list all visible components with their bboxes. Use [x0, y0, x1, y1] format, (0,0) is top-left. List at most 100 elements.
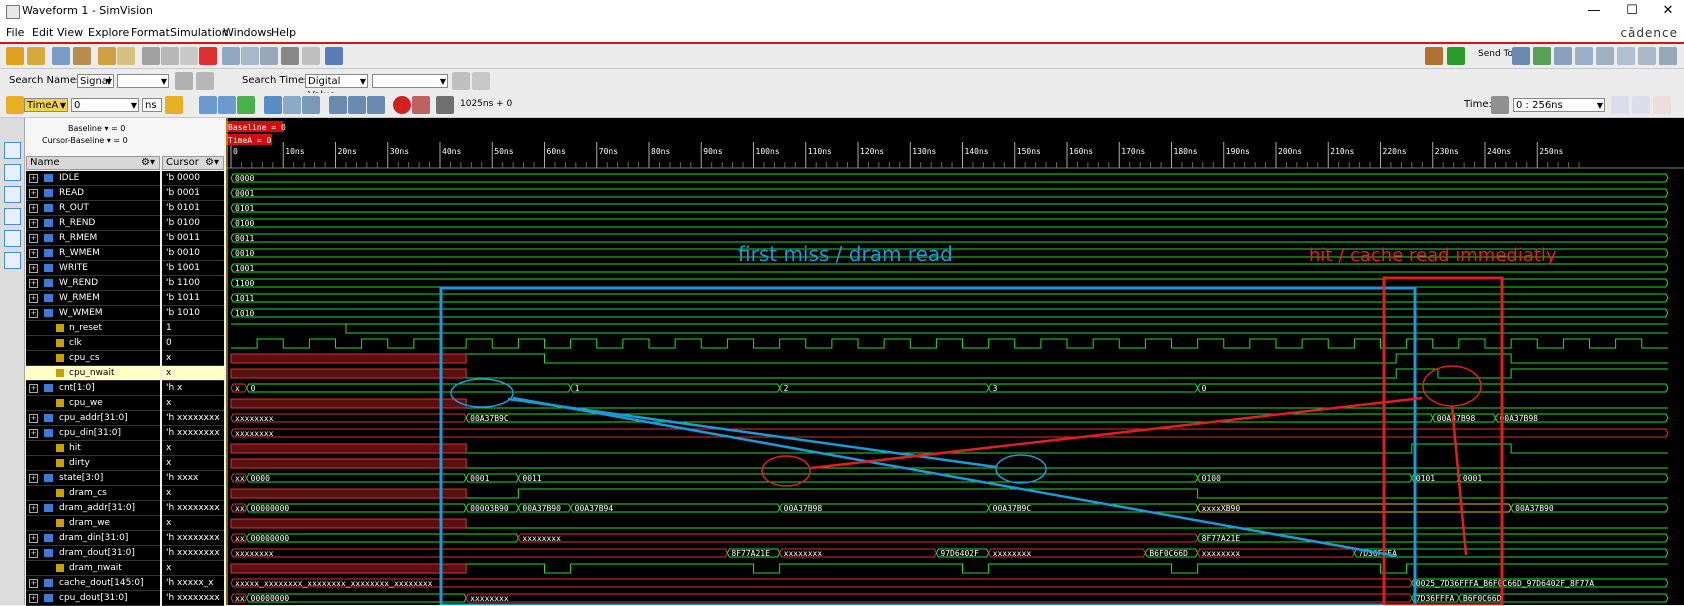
cursor-column-gear-icon[interactable]: ⚙▾	[205, 157, 219, 169]
expand-icon[interactable]: +	[29, 309, 38, 318]
signal-row[interactable]: + cpu_addr[31:0]	[26, 411, 160, 426]
display-icon[interactable]	[302, 47, 320, 65]
cursor-select[interactable]: TimeA ▼	[24, 98, 68, 112]
menu-help[interactable]: Help	[271, 26, 296, 39]
run-icon[interactable]	[264, 96, 282, 114]
signal-row[interactable]: + R_OUT	[26, 201, 160, 216]
delete-icon[interactable]	[199, 47, 217, 65]
signal-row[interactable]: + cpu_dout[31:0]	[26, 591, 160, 606]
step-icon[interactable]	[283, 96, 301, 114]
menu-view[interactable]: View	[57, 26, 83, 39]
copy-icon[interactable]	[161, 47, 179, 65]
expand-icon[interactable]: +	[29, 279, 38, 288]
send-wave-icon[interactable]	[1659, 47, 1677, 65]
signal-row[interactable]: hit	[26, 441, 160, 456]
breakpoint-icon[interactable]	[412, 96, 430, 114]
prev-edge-icon[interactable]	[199, 96, 217, 114]
cursor-baseline-label[interactable]: Cursor-Baseline ▾ = 0	[42, 136, 128, 145]
signal-row[interactable]: + R_RMEM	[26, 231, 160, 246]
expand-icon[interactable]: +	[29, 429, 38, 438]
maximize-button[interactable]: ☐	[1617, 1, 1647, 21]
signal-row[interactable]: + cnt[1:0]	[26, 381, 160, 396]
waveform-svg[interactable]: 0 10ns 20ns 30ns 40ns 50ns 60ns 70ns 80ns 90ns 100…	[226, 118, 1684, 605]
signal-row[interactable]: + W_RMEM	[26, 291, 160, 306]
cursor-flag-icon[interactable]	[6, 96, 24, 114]
waveform-canvas[interactable]: 0 10ns 20ns 30ns 40ns 50ns 60ns 70ns 80ns 90ns 100…	[226, 118, 1684, 605]
signal-row[interactable]: + dram_dout[31:0]	[26, 546, 160, 561]
send-browser-icon[interactable]	[1554, 47, 1572, 65]
group-icon[interactable]	[222, 47, 240, 65]
filter-icon[interactable]	[4, 230, 21, 247]
next-edge-icon[interactable]	[218, 96, 236, 114]
signal-row[interactable]: dram_cs	[26, 486, 160, 501]
expand-icon[interactable]: +	[29, 264, 38, 273]
export-icon[interactable]	[73, 47, 91, 65]
menu-windows[interactable]: Windows	[223, 26, 272, 39]
expand-icon[interactable]: +	[29, 504, 38, 513]
ungroup-icon[interactable]	[241, 47, 259, 65]
search-times-prev-icon[interactable]	[452, 72, 470, 90]
signal-row[interactable]: + state[3:0]	[26, 471, 160, 486]
expand-icon[interactable]: +	[29, 474, 38, 483]
send-memory-icon[interactable]	[1596, 47, 1614, 65]
name-column-header[interactable]: Name ⚙▾	[26, 156, 160, 170]
cut-icon[interactable]	[142, 47, 160, 65]
hierarchy-icon[interactable]	[4, 164, 21, 181]
waveform-icon[interactable]	[281, 47, 299, 65]
signal-row[interactable]: n_reset	[26, 321, 160, 336]
name-column-gear-icon[interactable]: ⚙▾	[141, 157, 155, 169]
signal-row[interactable]: cpu_we	[26, 396, 160, 411]
signal-row[interactable]: + dram_addr[31:0]	[26, 501, 160, 516]
redo-icon[interactable]	[117, 47, 135, 65]
expand-icon[interactable]: +	[29, 219, 38, 228]
properties-icon[interactable]	[4, 142, 21, 159]
marker-icon[interactable]	[165, 96, 183, 114]
menu-file[interactable]: File	[6, 26, 24, 39]
analog-icon[interactable]	[4, 252, 21, 269]
signal-row[interactable]: + R_WMEM	[26, 246, 160, 261]
zoom-out-icon[interactable]	[348, 96, 366, 114]
open-icon[interactable]	[6, 47, 24, 65]
signal-row[interactable]: clk	[26, 336, 160, 351]
signal-row[interactable]: + cache_dout[145:0]	[26, 576, 160, 591]
marker-list-icon[interactable]	[4, 208, 21, 225]
expand-icon[interactable]: +	[29, 294, 38, 303]
menu-format[interactable]: Format	[131, 26, 170, 39]
search-prev-icon[interactable]	[175, 72, 193, 90]
time-range-icon[interactable]	[1491, 96, 1509, 114]
expand-icon[interactable]: +	[29, 384, 38, 393]
signal-list-icon[interactable]	[4, 186, 21, 203]
save-icon[interactable]	[27, 47, 45, 65]
send-register-icon[interactable]	[1575, 47, 1593, 65]
send-source-icon[interactable]	[1512, 47, 1530, 65]
paste-icon[interactable]	[180, 47, 198, 65]
zoom-controls-icon[interactable]	[1611, 96, 1629, 114]
signal-row[interactable]: + W_REND	[26, 276, 160, 291]
search-names-type-select[interactable]: Signal ▼	[77, 74, 114, 88]
send-table-icon[interactable]	[1617, 47, 1635, 65]
zoom-in-icon[interactable]	[329, 96, 347, 114]
search-next-icon[interactable]	[196, 72, 214, 90]
undo-icon[interactable]	[98, 47, 116, 65]
signal-row[interactable]: dram_we	[26, 516, 160, 531]
menu-simulation[interactable]: Simulation	[170, 26, 229, 39]
expand-icon[interactable]: +	[29, 534, 38, 543]
zoom-fit-icon[interactable]	[1653, 96, 1671, 114]
signal-row[interactable]: cpu_cs	[26, 351, 160, 366]
expand-icon[interactable]: +	[29, 174, 38, 183]
schematic-icon[interactable]	[325, 47, 343, 65]
expand-icon[interactable]: +	[29, 189, 38, 198]
expand-icon[interactable]: +	[29, 204, 38, 213]
minimize-button[interactable]: —	[1579, 1, 1609, 21]
record-icon[interactable]	[393, 96, 411, 114]
time-unit-select[interactable]: ns	[142, 98, 162, 112]
expand-icon[interactable]: +	[29, 249, 38, 258]
search-times-next-icon[interactable]	[472, 72, 490, 90]
add-icon[interactable]	[1447, 47, 1465, 65]
bus-icon[interactable]	[260, 47, 278, 65]
close-button[interactable]: ✕	[1653, 1, 1683, 21]
signal-row[interactable]: cpu_nwait	[26, 366, 160, 381]
expand-icon[interactable]: +	[29, 414, 38, 423]
expand-icon[interactable]: +	[29, 579, 38, 588]
signal-row[interactable]: + WRITE	[26, 261, 160, 276]
